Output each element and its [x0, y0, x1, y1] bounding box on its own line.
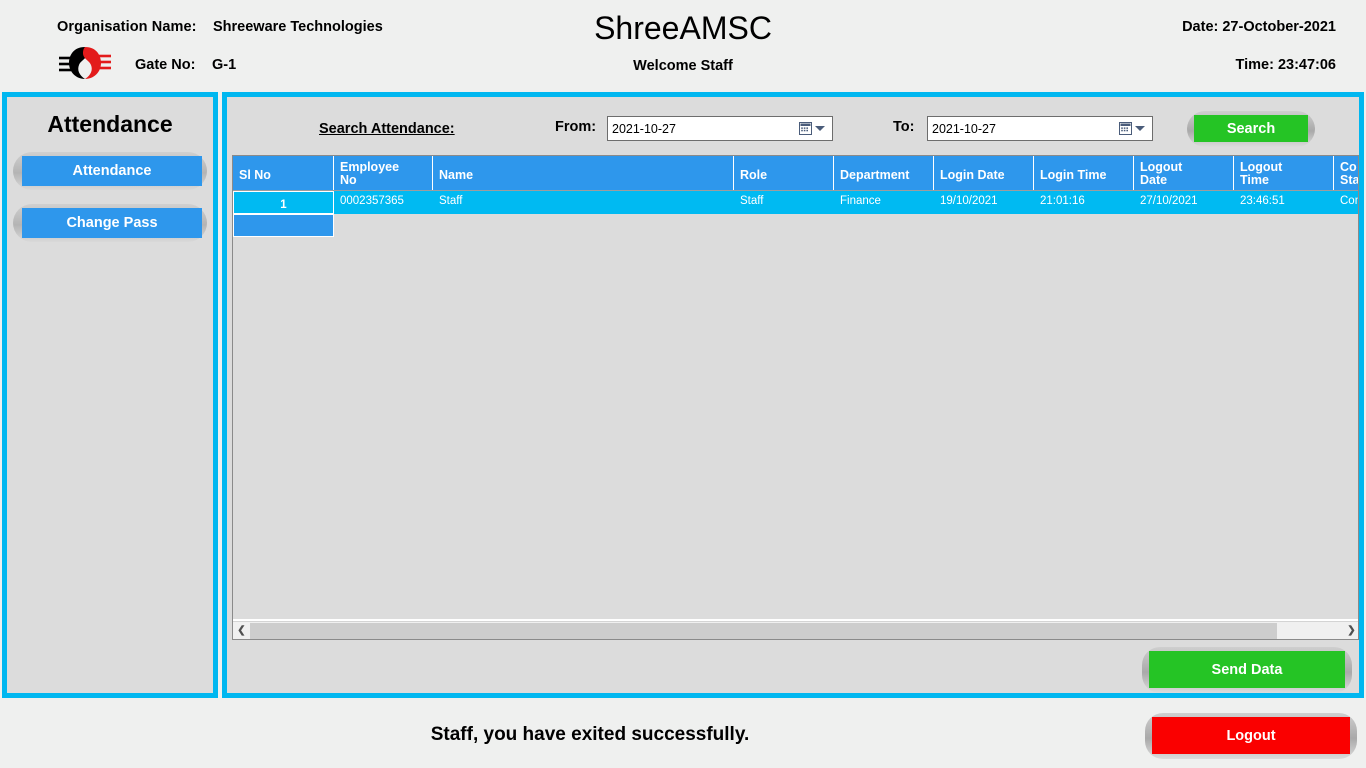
current-time: Time: 23:47:06 — [1235, 57, 1336, 73]
table-cell[interactable]: 0002357365 — [334, 191, 433, 214]
scrollbar-track[interactable] — [1277, 622, 1343, 639]
sidebar: Attendance Attendance Change Pass — [2, 92, 218, 698]
current-date: Date: 27-October-2021 — [1182, 19, 1336, 35]
app-header: Organisation Name: Shreeware Technologie… — [0, 0, 1366, 89]
sidebar-item-attendance[interactable]: Attendance — [13, 152, 207, 190]
table-column-header[interactable]: Sl No — [233, 156, 334, 190]
table-cell[interactable]: 23:46:51 — [1234, 191, 1334, 214]
table-cell[interactable]: Staff — [734, 191, 834, 214]
sidebar-title: Attendance — [47, 111, 173, 137]
attendance-table: Sl No Employee No Name Role Department Login … — [232, 155, 1359, 640]
from-date-picker[interactable]: 2021-10-27 — [607, 116, 833, 141]
send-data-button[interactable]: Send Data — [1149, 651, 1345, 688]
table-new-row-placeholder[interactable] — [233, 214, 1358, 237]
table-row[interactable]: 1 0002357365 Staff Staff Finance 19/10/2021 21… — [233, 191, 1358, 214]
send-data-button-container[interactable]: Send Data — [1142, 647, 1352, 693]
table-cell[interactable]: 19/10/2021 — [934, 191, 1034, 214]
chevron-down-icon — [815, 126, 825, 131]
logout-button[interactable]: Logout — [1152, 717, 1350, 754]
table-column-header[interactable]: Login Date — [934, 156, 1034, 190]
table-cell[interactable]: Con — [1334, 191, 1358, 214]
table-row-selector[interactable] — [233, 214, 334, 237]
table-column-header[interactable]: Name — [433, 156, 734, 190]
table-header-row: Sl No Employee No Name Role Department Login … — [233, 156, 1358, 191]
search-toolbar: Search Attendance: From: 2021-10-27 To: … — [227, 97, 1359, 155]
calendar-icon — [799, 122, 812, 135]
table-column-header[interactable]: Logout Time — [1234, 156, 1334, 190]
table-column-header[interactable]: Logout Date — [1134, 156, 1234, 190]
change-pass-button[interactable]: Change Pass — [22, 208, 202, 238]
from-date-dropdown-button[interactable] — [792, 117, 832, 140]
horizontal-scrollbar[interactable]: ❮ ❯ — [233, 621, 1358, 639]
welcome-text: Welcome Staff — [633, 58, 733, 74]
application-window: Organisation Name: Shreeware Technologie… — [0, 0, 1366, 768]
scrollbar-thumb[interactable] — [250, 622, 1277, 639]
table-cell[interactable]: Finance — [834, 191, 934, 214]
from-label: From: — [555, 119, 597, 135]
chevron-right-icon[interactable]: ❯ — [1343, 622, 1358, 639]
table-empty-area — [233, 237, 1358, 619]
table-column-header[interactable]: Employee No — [334, 156, 433, 190]
calendar-icon — [1119, 122, 1132, 135]
logout-button-container[interactable]: Logout — [1145, 713, 1357, 759]
page-title: ShreeAMSC — [594, 10, 772, 46]
from-date-value[interactable]: 2021-10-27 — [608, 122, 792, 136]
table-cell[interactable]: 27/10/2021 — [1134, 191, 1234, 214]
search-button-container[interactable]: Search — [1187, 111, 1315, 147]
main-content-panel: Search Attendance: From: 2021-10-27 To: … — [222, 92, 1364, 698]
table-cell[interactable]: 1 — [233, 191, 334, 214]
table-column-header[interactable]: Login Time — [1034, 156, 1134, 190]
sidebar-item-change-pass[interactable]: Change Pass — [13, 204, 207, 242]
chevron-down-icon — [1135, 126, 1145, 131]
chevron-left-icon[interactable]: ❮ — [233, 622, 250, 639]
attendance-button[interactable]: Attendance — [22, 156, 202, 186]
search-attendance-label: Search Attendance: — [319, 121, 455, 137]
to-date-value[interactable]: 2021-10-27 — [928, 122, 1112, 136]
table-cell[interactable]: Staff — [433, 191, 734, 214]
search-button[interactable]: Search — [1194, 115, 1308, 142]
table-column-header[interactable]: Co Sta — [1334, 156, 1358, 190]
to-date-dropdown-button[interactable] — [1112, 117, 1152, 140]
table-column-header[interactable]: Role — [734, 156, 834, 190]
to-date-picker[interactable]: 2021-10-27 — [927, 116, 1153, 141]
to-label: To: — [893, 119, 915, 135]
status-message: Staff, you have exited successfully. — [430, 724, 750, 745]
table-column-header[interactable]: Department — [834, 156, 934, 190]
table-cell[interactable]: 21:01:16 — [1034, 191, 1134, 214]
